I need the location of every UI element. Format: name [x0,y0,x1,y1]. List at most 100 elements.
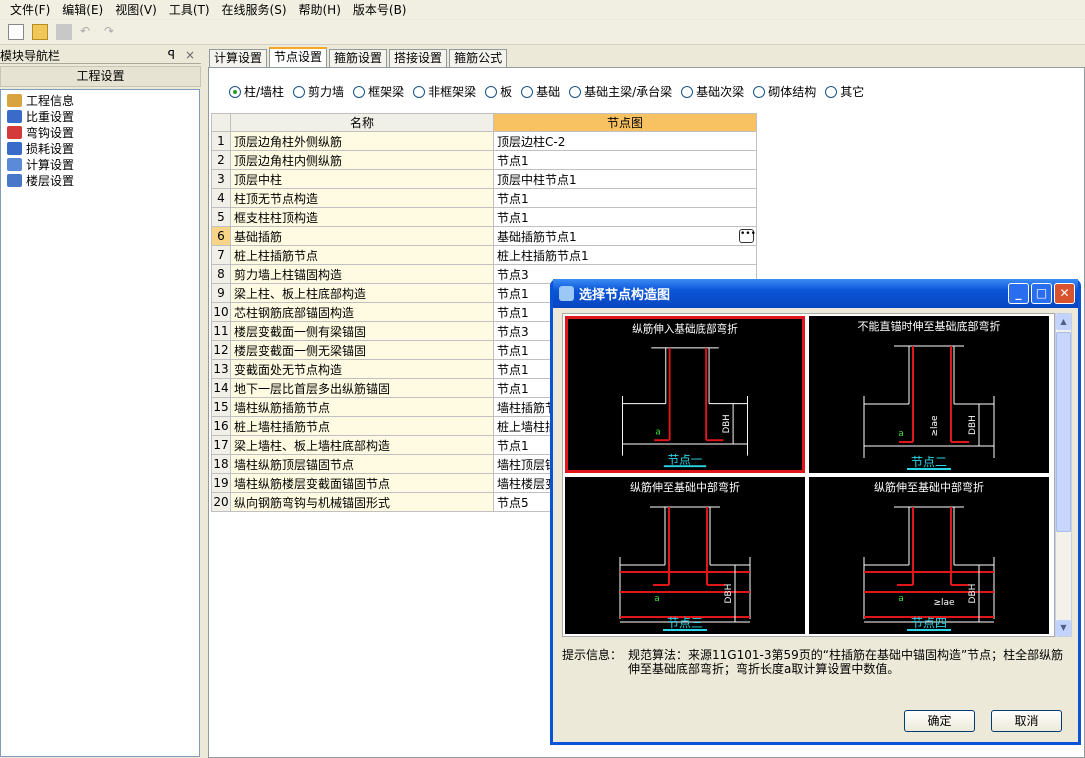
radio-option[interactable]: 基础 [521,83,560,100]
row-node-value[interactable]: 桩上柱插筋节点1 [493,245,757,265]
pin-icon[interactable]: ꟼ [168,48,175,62]
row-node-value[interactable]: 顶层中柱节点1 [493,169,757,189]
diagram-scrollbar[interactable]: ▲ ▼ [1055,313,1072,637]
menu-item[interactable]: 在线服务(S) [222,1,287,18]
row-name: 桩上柱插筋节点 [230,245,494,265]
menu-item[interactable]: 工具(T) [169,1,210,18]
row-number: 6 [211,226,231,246]
scroll-thumb[interactable] [1056,332,1071,532]
tab[interactable]: 箍筋公式 [449,49,508,67]
row-name: 剪力墙上柱锚固构造 [230,264,494,284]
radio-option[interactable]: 基础次梁 [681,83,744,100]
row-number: 15 [211,397,231,417]
cancel-button[interactable]: 取消 [991,710,1062,732]
radio-button-icon[interactable] [569,85,582,98]
radio-label: 基础主梁/承台梁 [584,85,673,99]
node-option-4[interactable]: 纵筋伸至基础中部弯折 DBH a ≥lae 节点四 [809,477,1049,634]
menu-bar: 文件(F) 编辑(E) 视图(V) 工具(T) 在线服务(S) 帮助(H) 版本号(B) [0,0,1085,19]
radio-option[interactable]: 其它 [825,83,864,100]
nav-item[interactable]: 楼层设置 [1,172,199,188]
radio-button-icon[interactable] [229,85,241,98]
nav-group-project-settings[interactable]: 工程设置 [0,66,201,87]
radio-option[interactable]: 柱/墙柱 [229,83,284,100]
nav-item[interactable]: 计算设置 [1,156,199,172]
row-name: 芯柱钢筋底部锚固构造 [230,302,494,322]
node-value-text: 墙柱顶层锚 [497,457,558,472]
row-node-value[interactable]: 节点1 [493,150,757,170]
dim-label: DBH [968,584,978,604]
table-row[interactable]: 6 基础插筋 基础插筋节点1 ••• [211,226,757,246]
radio-option[interactable]: 剪力墙 [293,83,344,100]
nav-item-icon [7,157,22,171]
table-row[interactable]: 1 顶层边角柱外侧纵筋 顶层边柱C-2 [211,131,757,151]
row-node-value[interactable]: 节点1 [493,188,757,208]
node-option-1[interactable]: 纵筋伸入基础底部弯折 DBH a 节点一 [565,316,805,473]
radio-option[interactable]: 砌体结构 [753,83,816,100]
radio-button-icon[interactable] [293,85,306,98]
radio-label: 砌体结构 [768,85,817,99]
tab[interactable]: 箍筋设置 [329,49,388,67]
row-node-value[interactable]: 基础插筋节点1 ••• [493,226,757,246]
menu-item[interactable]: 帮助(H) [299,1,341,18]
menu-item[interactable]: 编辑(E) [62,1,103,18]
minimize-button[interactable]: _ [1008,283,1029,304]
radio-button-icon[interactable] [825,85,838,98]
node-diagram: 纵筋伸至基础中部弯折 DBH a ≥lae 节点四 [863,480,995,631]
radio-button-icon[interactable] [681,85,694,98]
row-node-value[interactable]: 节点1 [493,207,757,227]
radio-option[interactable]: 非框架梁 [413,83,476,100]
table-row[interactable]: 4 柱顶无节点构造 节点1 [211,188,757,208]
row-node-value[interactable]: 顶层边柱C-2 [493,131,757,151]
radio-button-icon[interactable] [753,85,766,98]
node-option-3[interactable]: 纵筋伸至基础中部弯折 DBH a 节点三 [565,477,805,634]
close-icon[interactable]: × [185,48,195,62]
nav-item-label: 比重设置 [26,109,75,124]
dialog-title-bar[interactable]: 选择节点构造图 _ □ ✕ [553,279,1078,308]
radio-button-icon[interactable] [521,85,534,98]
a-label: a [898,594,904,604]
nav-item[interactable]: 比重设置 [1,108,199,124]
table-row[interactable]: 7 桩上柱插筋节点 桩上柱插筋节点1 [211,245,757,265]
radio-label: 基础 [536,85,561,99]
row-name: 楼层变截面一侧无梁锚固 [230,340,494,360]
redo-icon[interactable]: ↷ [104,24,120,40]
table-row[interactable]: 3 顶层中柱 顶层中柱节点1 [211,169,757,189]
tab[interactable]: 搭接设置 [389,49,448,67]
close-button[interactable]: ✕ [1054,283,1075,304]
radio-button-icon[interactable] [485,85,498,98]
maximize-button[interactable]: □ [1031,283,1052,304]
radio-button-icon[interactable] [413,85,426,98]
row-name: 框支柱柱顶构造 [230,207,494,227]
nav-item[interactable]: 弯钩设置 [1,124,199,140]
row-number: 2 [211,150,231,170]
row-name: 墙柱纵筋楼层变截面锚固节点 [230,473,494,493]
tab[interactable]: 计算设置 [209,49,268,67]
radio-option[interactable]: 板 [485,83,512,100]
scroll-up-icon[interactable]: ▲ [1056,314,1071,330]
radio-button-icon[interactable] [353,85,366,98]
tab[interactable]: 节点设置 [269,47,328,67]
nav-item[interactable]: 工程信息 [1,92,199,108]
node-value-text: 节点1 [497,381,529,396]
menu-item[interactable]: 文件(F) [10,1,50,18]
node-option-2[interactable]: 不能直锚时伸至基础底部弯折 DBH a ≥lae 节点二 [809,316,1049,473]
ok-button[interactable]: 确定 [904,710,975,732]
save-icon[interactable] [56,24,72,40]
row-number: 7 [211,245,231,265]
radio-option[interactable]: 框架梁 [353,83,404,100]
menu-item[interactable]: 视图(V) [115,1,157,18]
row-number: 4 [211,188,231,208]
undo-icon[interactable]: ↶ [80,24,96,40]
open-folder-icon[interactable] [32,24,48,40]
table-row[interactable]: 5 框支柱柱顶构造 节点1 [211,207,757,227]
node-label: 节点三 [667,616,703,630]
nav-item[interactable]: 损耗设置 [1,140,199,156]
new-file-icon[interactable] [8,24,24,40]
scroll-down-icon[interactable]: ▼ [1056,620,1071,636]
menu-item[interactable]: 版本号(B) [353,1,407,18]
diagram-title: 不能直锚时伸至基础底部弯折 [858,319,1001,333]
ellipsis-button[interactable]: ••• [739,229,756,243]
dialog-title: 选择节点构造图 [579,288,671,303]
radio-option[interactable]: 基础主梁/承台梁 [569,83,672,100]
table-row[interactable]: 2 顶层边角柱内侧纵筋 节点1 [211,150,757,170]
